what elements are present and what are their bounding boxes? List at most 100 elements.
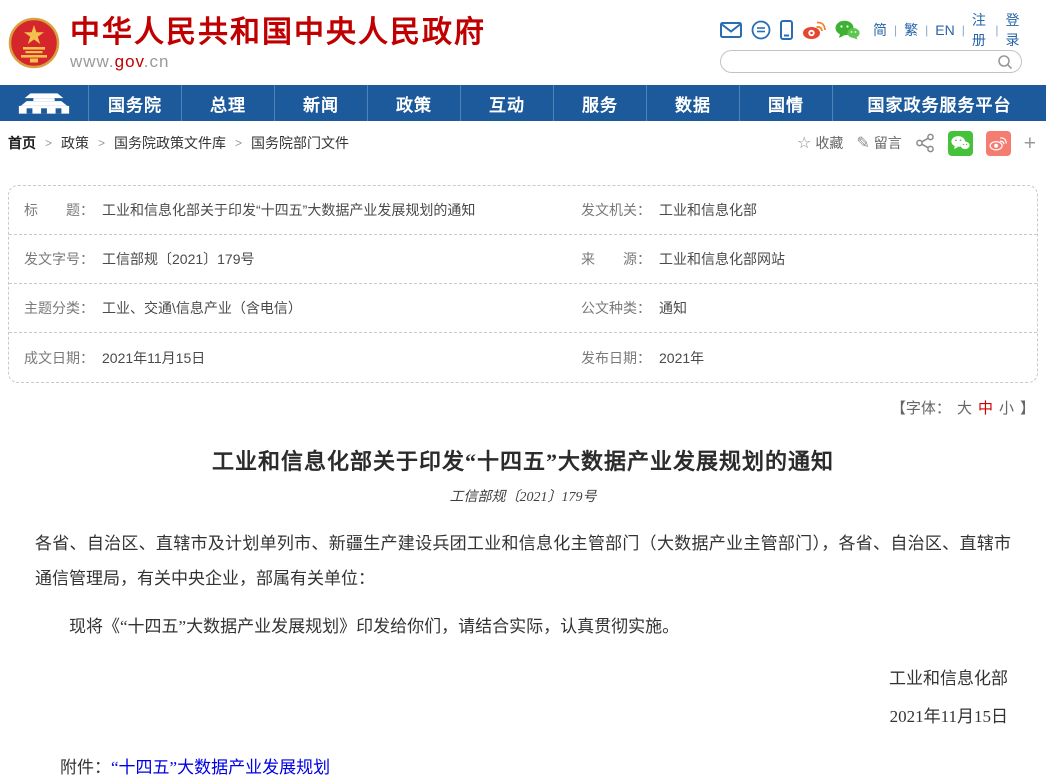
breadcrumb-policy[interactable]: 政策 <box>61 133 89 153</box>
site-url: www.gov.cn <box>70 52 486 72</box>
meta-written-date-value: 2021年11月15日 <box>102 348 205 368</box>
separator: | <box>962 23 965 37</box>
share-icon[interactable] <box>915 133 935 153</box>
separator: | <box>995 23 998 37</box>
meta-topic-category-label: 主题分类： <box>24 298 94 318</box>
page-actions: ☆ 收藏 ✎ 留言 + <box>797 131 1036 156</box>
font-size-large-button[interactable]: 大 <box>957 400 972 417</box>
brand-text: 中华人民共和国中央人民政府 www.gov.cn <box>70 14 486 72</box>
nav-item-data[interactable]: 数据 <box>646 85 739 121</box>
breadcrumb-home[interactable]: 首页 <box>8 133 36 153</box>
attachment-link[interactable]: “十四五”大数据产业发展规划 <box>111 758 330 777</box>
meta-topic-category-cell: 主题分类： 工业、交通\信息产业（含电信） <box>9 284 523 332</box>
signer: 工业和信息化部 <box>38 664 1008 689</box>
meta-publish-date-label: 发布日期： <box>581 348 651 368</box>
quick-links-row: 简 | 繁 | EN | 注册 | 登录 <box>720 17 1022 43</box>
font-size-small-button[interactable]: 小 <box>999 400 1014 417</box>
table-row: 成文日期： 2021年11月15日 发布日期： 2021年 <box>9 333 1037 382</box>
search-input[interactable] <box>733 52 988 71</box>
weibo-share-icon[interactable] <box>986 131 1011 156</box>
sign-date: 2021年11月15日 <box>38 702 1008 727</box>
lang-simplified[interactable]: 简 <box>873 20 887 40</box>
table-row: 主题分类： 工业、交通\信息产业（含电信） 公文种类： 通知 <box>9 284 1037 333</box>
document-article: 工业和信息化部关于印发“十四五”大数据产业发展规划的通知 工信部规〔2021〕1… <box>0 444 1046 778</box>
comment-button[interactable]: ✎ 留言 <box>856 133 901 153</box>
font-size-medium-button[interactable]: 中 <box>978 400 993 417</box>
lang-english[interactable]: EN <box>935 22 954 38</box>
attachment-row: 附件：“十四五”大数据产业发展规划 <box>35 753 1011 778</box>
font-bar-prefix: 【字体： <box>891 400 951 417</box>
meta-publish-date-value: 2021年 <box>659 348 704 368</box>
article-paragraph-addressees: 各省、自治区、直辖市及计划单列市、新疆生产建设兵团工业和信息化主管部门（大数据产… <box>35 526 1011 596</box>
site-brand: 中华人民共和国中央人民政府 www.gov.cn <box>8 14 486 72</box>
site-title: 中华人民共和国中央人民政府 <box>70 16 486 50</box>
meta-source-cell: 来 源： 工业和信息化部网站 <box>523 235 1037 283</box>
nav-item-premier[interactable]: 总理 <box>181 85 274 121</box>
breadcrumb-department-docs[interactable]: 国务院部门文件 <box>251 133 349 153</box>
meta-doc-type-value: 通知 <box>659 298 687 318</box>
meta-doc-type-label: 公文种类： <box>581 298 651 318</box>
search-box <box>720 50 1022 73</box>
nav-item-national-conditions[interactable]: 国情 <box>739 85 832 121</box>
meta-source-label: 来 源： <box>581 249 651 269</box>
nav-item-interaction[interactable]: 互动 <box>460 85 553 121</box>
document-meta-table: 标 题： 工业和信息化部关于印发“十四五”大数据产业发展规划的通知 发文机关： … <box>8 185 1038 383</box>
table-row: 标 题： 工业和信息化部关于印发“十四五”大数据产业发展规划的通知 发文机关： … <box>9 186 1037 235</box>
nav-item-policy[interactable]: 政策 <box>367 85 460 121</box>
breadcrumb-separator: > <box>45 136 52 150</box>
pencil-icon: ✎ <box>856 133 869 153</box>
tiananmen-icon[interactable] <box>0 85 88 121</box>
meta-written-date-cell: 成文日期： 2021年11月15日 <box>9 333 523 382</box>
table-row: 发文字号： 工信部规〔2021〕179号 来 源： 工业和信息化部网站 <box>9 235 1037 284</box>
breadcrumb-separator: > <box>235 136 242 150</box>
document-number: 工信部规〔2021〕179号 <box>0 486 1046 506</box>
mail-icon[interactable] <box>720 22 742 38</box>
meta-issuing-agency-label: 发文机关： <box>581 200 651 220</box>
article-paragraph-body: 现将《“十四五”大数据产业发展规划》印发给你们，请结合实际，认真贯彻实施。 <box>35 609 1011 644</box>
nav-item-services[interactable]: 服务 <box>553 85 646 121</box>
wechat-icon[interactable] <box>835 20 860 40</box>
meta-publish-date-cell: 发布日期： 2021年 <box>523 333 1037 382</box>
nav-item-state-council[interactable]: 国务院 <box>88 85 181 121</box>
meta-doc-number-cell: 发文字号： 工信部规〔2021〕179号 <box>9 235 523 283</box>
meta-doc-type-cell: 公文种类： 通知 <box>523 284 1037 332</box>
attachment-label: 附件： <box>60 758 111 777</box>
meta-title-cell: 标 题： 工业和信息化部关于印发“十四五”大数据产业发展规划的通知 <box>9 186 523 234</box>
separator: | <box>894 23 897 37</box>
comment-icon[interactable] <box>751 20 771 40</box>
wechat-share-icon[interactable] <box>948 131 973 156</box>
mobile-icon[interactable] <box>780 20 793 40</box>
login-link[interactable]: 登录 <box>1005 10 1022 50</box>
nav-item-gov-service-platform[interactable]: 国家政务服务平台 <box>832 85 1046 121</box>
lang-traditional[interactable]: 繁 <box>904 20 918 40</box>
more-share-button[interactable]: + <box>1024 133 1036 154</box>
meta-doc-number-label: 发文字号： <box>24 249 94 269</box>
national-emblem-logo <box>8 17 60 69</box>
breadcrumb-policy-library[interactable]: 国务院政策文件库 <box>114 133 226 153</box>
favorite-button[interactable]: ☆ 收藏 <box>797 133 843 153</box>
meta-issuing-agency-value: 工业和信息化部 <box>659 200 757 220</box>
meta-title-value: 工业和信息化部关于印发“十四五”大数据产业发展规划的通知 <box>102 200 475 220</box>
search-icon[interactable] <box>997 54 1013 75</box>
meta-topic-category-value: 工业、交通\信息产业（含电信） <box>102 298 302 318</box>
meta-source-value: 工业和信息化部网站 <box>659 249 785 269</box>
meta-written-date-label: 成文日期： <box>24 348 94 368</box>
star-icon: ☆ <box>797 133 811 153</box>
breadcrumb-row: 首页 > 政策 > 国务院政策文件库 > 国务院部门文件 ☆ 收藏 ✎ 留言 + <box>0 121 1046 165</box>
meta-doc-number-value: 工信部规〔2021〕179号 <box>102 249 255 269</box>
breadcrumb-separator: > <box>98 136 105 150</box>
main-nav: 国务院 总理 新闻 政策 互动 服务 数据 国情 国家政务服务平台 <box>0 85 1046 121</box>
meta-title-label: 标 题： <box>24 200 94 220</box>
weibo-icon[interactable] <box>802 20 826 40</box>
separator: | <box>925 23 928 37</box>
comment-label: 留言 <box>874 133 902 153</box>
breadcrumb: 首页 > 政策 > 国务院政策文件库 > 国务院部门文件 <box>8 133 349 153</box>
header-right: 简 | 繁 | EN | 注册 | 登录 <box>720 17 1022 73</box>
font-bar-suffix: 】 <box>1020 400 1035 417</box>
register-link[interactable]: 注册 <box>972 10 989 50</box>
meta-issuing-agency-cell: 发文机关： 工业和信息化部 <box>523 186 1037 234</box>
font-size-selector: 【字体： 大中小】 <box>0 383 1046 418</box>
favorite-label: 收藏 <box>815 133 843 153</box>
site-header: 中华人民共和国中央人民政府 www.gov.cn 简 | 繁 <box>0 0 1046 85</box>
nav-item-news[interactable]: 新闻 <box>274 85 367 121</box>
